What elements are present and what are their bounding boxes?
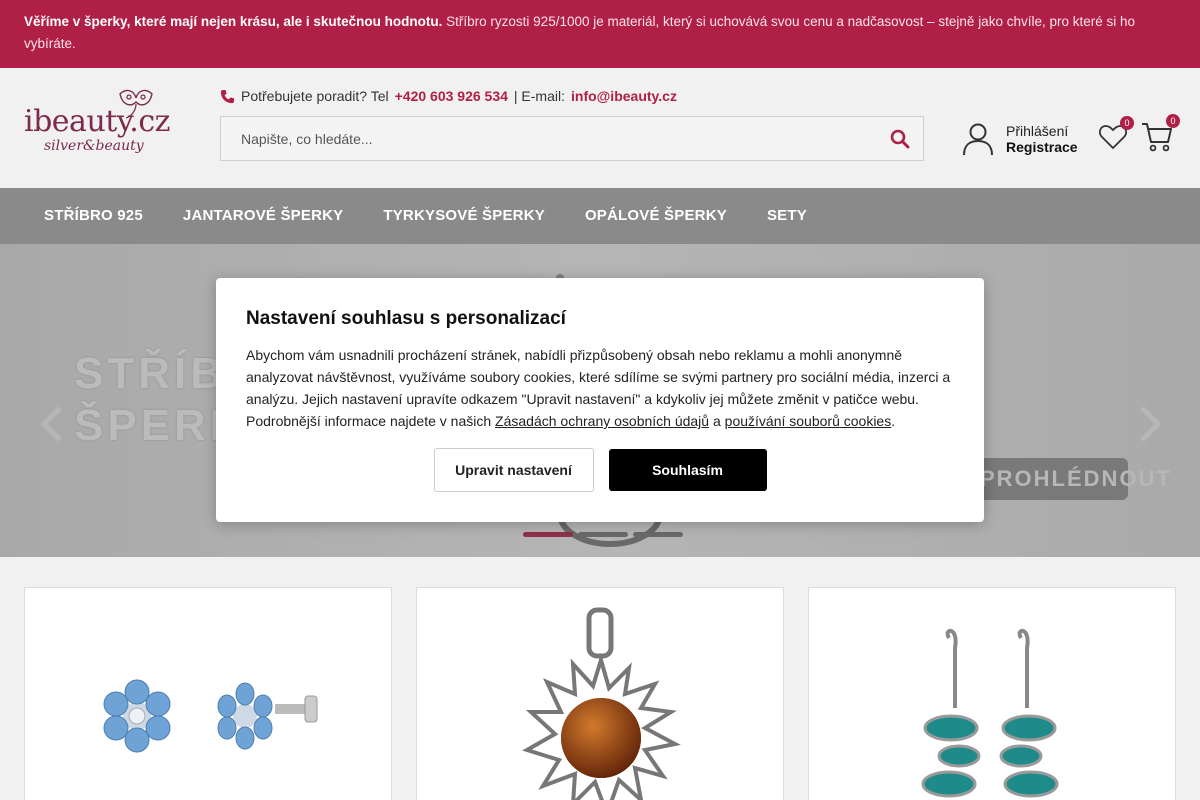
login-link[interactable]: Přihlášení	[1006, 123, 1078, 139]
wishlist-button[interactable]: 0	[1098, 116, 1134, 154]
phone-link[interactable]: +420 603 926 534	[395, 88, 508, 104]
modal-end-text: .	[891, 413, 896, 429]
main-nav: STŘÍBRO 925 JANTAROVÉ ŠPERKY TYRKYSOVÉ Š…	[0, 188, 1200, 244]
contact-question: Potřebujete poradit? Tel	[241, 88, 389, 104]
product-grid	[0, 557, 1200, 800]
product-card[interactable]	[808, 587, 1176, 800]
modal-title: Nastavení souhlasu s personalizací	[246, 308, 566, 329]
search-icon[interactable]	[889, 128, 911, 150]
email-label: | E-mail:	[513, 88, 565, 104]
product-image	[921, 628, 1059, 798]
cart-count: 0	[1166, 114, 1180, 128]
logo-subtext: silver&beauty	[44, 138, 144, 154]
nav-item-opalove[interactable]: OPÁLOVÉ ŠPERKY	[565, 188, 747, 244]
nav-item-jantarove[interactable]: JANTAROVÉ ŠPERKY	[163, 188, 363, 244]
search-bar	[220, 116, 924, 161]
product-image	[522, 607, 681, 800]
nav-item-sety[interactable]: SETY	[747, 188, 827, 244]
promo-bold-text: Věříme v šperky, které mají nejen krásu,…	[24, 14, 443, 29]
product-card[interactable]	[416, 587, 784, 800]
settings-button[interactable]: Upravit nastavení	[433, 448, 594, 492]
accept-button[interactable]: Souhlasím	[608, 449, 767, 491]
site-logo[interactable]: ibeauty.cz silver&beauty	[24, 86, 184, 162]
email-link[interactable]: info@ibeauty.cz	[571, 88, 677, 104]
product-image	[103, 679, 318, 753]
register-link[interactable]: Registrace	[1006, 139, 1078, 155]
cookies-policy-link[interactable]: používání souborů cookies	[725, 413, 892, 429]
modal-text: Abychom vám usnadnili procházení stránek…	[246, 344, 954, 432]
site-header: ibeauty.cz silver&beauty Potřebujete por…	[0, 68, 1200, 188]
user-icon	[963, 123, 993, 156]
modal-buttons: Upravit nastavení Souhlasím	[216, 448, 984, 492]
product-card[interactable]	[24, 587, 392, 800]
logo-text: ibeauty.cz	[24, 104, 170, 139]
cookie-consent-modal: Nastavení souhlasu s personalizací Abych…	[216, 278, 984, 522]
account-link[interactable]: Přihlášení Registrace	[962, 122, 1078, 156]
search-input[interactable]	[221, 117, 881, 160]
promo-bar: Věříme v šperky, které mají nejen krásu,…	[0, 0, 1200, 68]
cart-button[interactable]: 0	[1140, 114, 1180, 156]
privacy-policy-link[interactable]: Zásadách ochrany osobních údajů	[495, 413, 709, 429]
nav-item-tyrkysove[interactable]: TYRKYSOVÉ ŠPERKY	[363, 188, 565, 244]
contact-line: Potřebujete poradit? Tel +420 603 926 53…	[220, 88, 677, 104]
wishlist-count: 0	[1120, 116, 1134, 130]
modal-and-text: a	[709, 413, 725, 429]
phone-icon	[220, 89, 235, 103]
nav-item-stribro[interactable]: STŘÍBRO 925	[24, 188, 163, 244]
